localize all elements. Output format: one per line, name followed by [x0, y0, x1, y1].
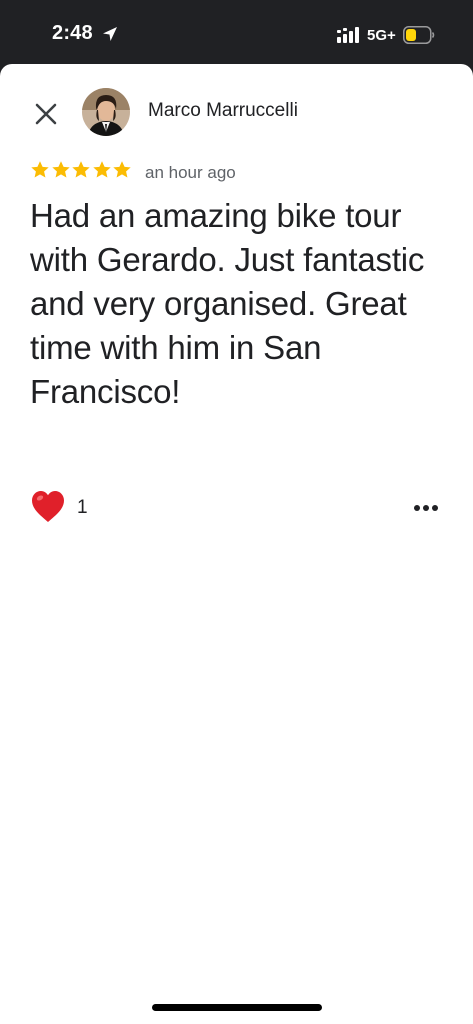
- more-options-icon: [414, 505, 438, 511]
- more-options-button[interactable]: [408, 492, 444, 524]
- review-sheet: Marco Marruccelli an hour ago Had an ama…: [0, 64, 473, 1024]
- home-indicator[interactable]: [152, 1004, 322, 1011]
- like-button[interactable]: [30, 489, 66, 525]
- star-icon: [113, 161, 131, 178]
- star-rating: [30, 160, 133, 180]
- like-count: 1: [77, 497, 88, 518]
- location-arrow-icon: [103, 27, 117, 41]
- avatar-photo: [82, 88, 130, 136]
- close-icon: [35, 103, 57, 125]
- close-button[interactable]: [28, 96, 64, 132]
- status-bar: 2:48 5G+: [0, 0, 473, 70]
- signal-icon: [337, 27, 359, 43]
- author-name[interactable]: Marco Marruccelli: [148, 100, 298, 122]
- heart-icon: [32, 491, 64, 522]
- review-text: Had an amazing bike tour with Gerardo. J…: [30, 197, 425, 410]
- review-time: an hour ago: [145, 163, 236, 182]
- status-time: 2:48: [52, 22, 93, 44]
- network-type: 5G+: [367, 27, 396, 44]
- avatar[interactable]: [82, 88, 130, 136]
- star-icon: [92, 161, 111, 178]
- star-icon: [51, 161, 70, 178]
- battery-icon: [403, 26, 435, 44]
- star-icon: [72, 161, 90, 178]
- star-icon: [31, 161, 49, 178]
